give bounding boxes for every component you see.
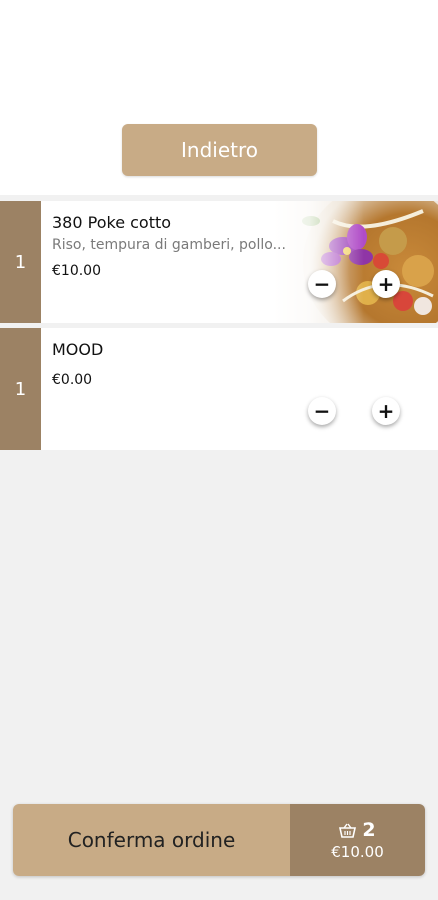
item-description: Riso, tempura di gamberi, pollo... <box>52 237 286 253</box>
item-name: 380 Poke cotto <box>52 213 172 232</box>
basket-icon <box>339 823 357 838</box>
item-name: MOOD <box>52 340 104 359</box>
cart-item[interactable]: 1 380 Poke cotto Riso, tempura di gamber… <box>0 201 438 323</box>
plus-icon: + <box>377 272 395 296</box>
decrease-quantity-button[interactable]: − <box>308 397 336 425</box>
cart-total: €10.00 <box>331 843 384 861</box>
cart-item[interactable]: 1 MOOD €0.00 − + <box>0 328 438 450</box>
item-price: €0.00 <box>52 372 93 388</box>
order-footer: Conferma ordine 2 €10.00 <box>13 804 425 876</box>
back-button[interactable]: Indietro <box>122 124 317 176</box>
item-quantity: 1 <box>0 328 41 450</box>
item-quantity: 1 <box>0 201 41 323</box>
decrease-quantity-button[interactable]: − <box>308 270 336 298</box>
item-image <box>273 201 438 323</box>
minus-icon: − <box>313 399 331 423</box>
cart-count: 2 <box>362 819 376 841</box>
cart-summary[interactable]: 2 €10.00 <box>290 804 425 876</box>
increase-quantity-button[interactable]: + <box>372 397 400 425</box>
header-area: Indietro <box>0 0 438 195</box>
confirm-order-button[interactable]: Conferma ordine <box>13 804 290 876</box>
increase-quantity-button[interactable]: + <box>372 270 400 298</box>
plus-icon: + <box>377 399 395 423</box>
minus-icon: − <box>313 272 331 296</box>
item-price: €10.00 <box>52 263 101 279</box>
